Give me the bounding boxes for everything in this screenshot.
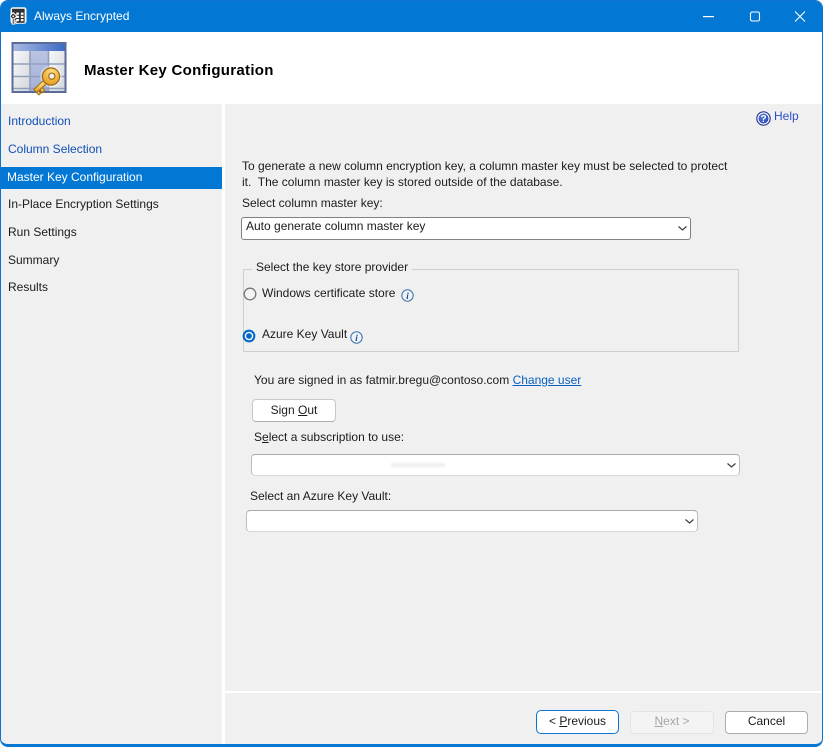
svg-text:?: ? [760, 114, 766, 125]
